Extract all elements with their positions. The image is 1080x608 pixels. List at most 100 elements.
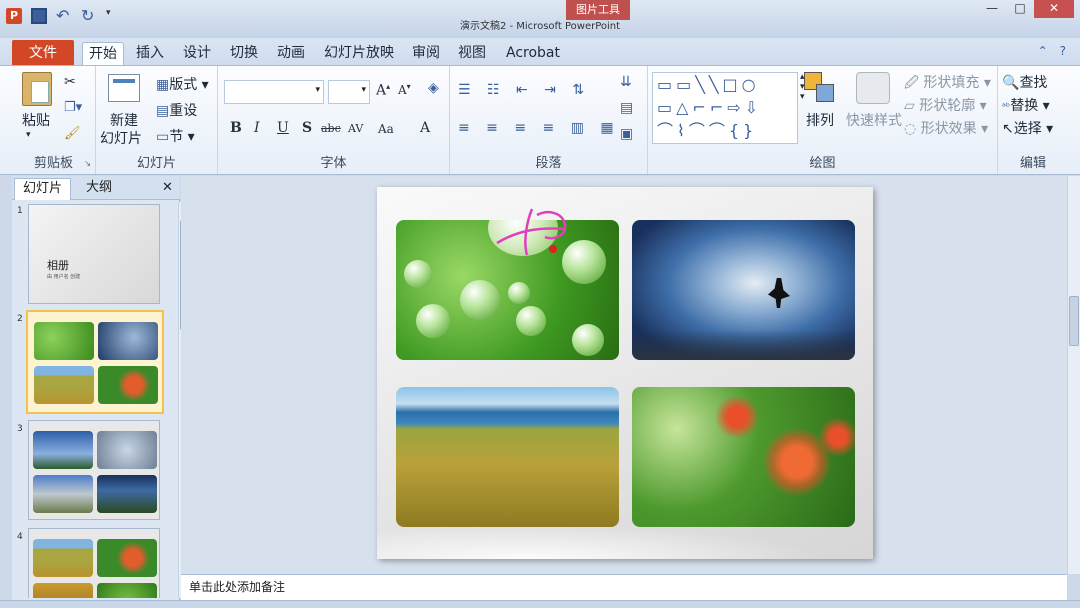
align-text-icon[interactable]: ▤ (620, 100, 633, 116)
arrange-button[interactable]: 排列 (806, 110, 834, 130)
current-slide[interactable] (377, 187, 873, 559)
paste-dropdown-icon[interactable]: ▾ (26, 130, 31, 140)
slide-number: 3 (17, 424, 23, 434)
font-name-dropdown-icon: ▾ (315, 85, 320, 95)
status-bar (0, 600, 1080, 608)
section-button[interactable]: ▭节 ▾ (156, 126, 195, 146)
font-group-label: 字体 (320, 156, 347, 171)
tab-slideshow[interactable]: 幻灯片放映 (318, 42, 400, 66)
clipboard-group-label: 剪贴板 (33, 156, 73, 171)
shape-effects-label: 形状效果 (920, 121, 977, 137)
font-color-button[interactable]: A (420, 120, 430, 136)
reset-button[interactable]: ▤重设 (156, 100, 197, 120)
copy-icon[interactable]: ❐▾ (64, 100, 82, 115)
picture-tools-context-tab[interactable]: 图片工具 (566, 0, 630, 20)
thumb-image (98, 366, 158, 404)
photo-red-flowers[interactable] (632, 387, 855, 527)
editor-scrollbar[interactable] (1067, 176, 1080, 574)
tab-acrobat[interactable]: Acrobat (500, 42, 566, 66)
editing-group-label: 编辑 (1019, 156, 1046, 171)
underline-button[interactable]: U (277, 120, 289, 136)
list-buttons[interactable]: ☰ ☷ ⇤ ⇥ ⇅ (458, 82, 590, 98)
slide-thumbnail-4[interactable] (28, 528, 160, 598)
reset-icon: ▤ (156, 103, 170, 119)
help-icon[interactable]: ? (1060, 44, 1066, 58)
font-size-select[interactable]: ▾ (328, 80, 370, 104)
format-painter-icon[interactable]: 🖌 (64, 126, 81, 141)
layout-icon: ▦ (156, 77, 170, 93)
minimize-button[interactable]: — (978, 0, 1006, 18)
new-slide-button-label2[interactable]: 幻灯片 (100, 128, 142, 148)
slide-number: 1 (17, 206, 23, 216)
minimize-ribbon-icon[interactable]: ⌃ (1038, 44, 1048, 58)
photo-surfer-wave[interactable] (632, 220, 855, 360)
select-label: 选择 (1013, 121, 1042, 137)
editor-scroll-thumb[interactable] (1069, 296, 1079, 346)
tab-home[interactable]: 开始 (82, 42, 124, 67)
font-name-select[interactable]: ▾ (224, 80, 324, 104)
clipboard-launcher-icon[interactable]: ↘ (84, 159, 91, 168)
tab-slides[interactable]: 幻灯片 (14, 178, 72, 200)
slide-number: 4 (17, 532, 23, 542)
clipboard-group: 粘贴 ▾ ✂ ❐▾ 🖌 剪贴板 ↘ (12, 66, 96, 174)
smartart-icon[interactable]: ▣ (620, 126, 633, 142)
close-button[interactable]: ✕ (1034, 0, 1074, 18)
char-spacing-button[interactable]: AV (348, 122, 363, 135)
new-slide-button[interactable]: 新建 (110, 110, 138, 130)
drawing-group-label: 绘图 (809, 156, 836, 171)
arrange-icon[interactable] (804, 72, 836, 104)
pane-tabs: 幻灯片 大纲 ✕ (12, 176, 180, 200)
change-case-button[interactable]: Aa (378, 122, 394, 136)
shape-outline-button[interactable]: ▱ 形状轮廓 ▾ (904, 95, 987, 115)
tab-transitions[interactable]: 切换 (224, 42, 264, 66)
layout-button[interactable]: ▦版式 ▾ (156, 74, 209, 94)
shrink-font-icon[interactable]: A▾ (398, 82, 411, 97)
paste-button[interactable]: 粘贴 (22, 110, 50, 130)
replace-icon: ᵃᵇ (1002, 102, 1011, 113)
thumb-image (33, 539, 93, 577)
quick-styles-button[interactable]: 快速样式 (846, 110, 902, 130)
quick-styles-icon[interactable] (856, 72, 890, 104)
new-slide-icon[interactable] (108, 74, 140, 102)
thumb-image (97, 475, 157, 513)
thumb-image (34, 366, 94, 404)
window-title: 演示文稿2 - Microsoft PowerPoint (459, 21, 621, 32)
thumb-image (34, 322, 94, 360)
grow-font-icon[interactable]: A▴ (376, 82, 390, 99)
shapes-gallery[interactable]: ▭▭╲╲□○ ▭△⌐⌐⇨⇩ ⌒⌇⌒⌒{} (652, 72, 798, 144)
paste-icon[interactable] (22, 72, 52, 106)
shadow-button[interactable]: S (302, 120, 312, 136)
cut-icon[interactable]: ✂ (64, 74, 76, 90)
pane-close-button[interactable]: ✕ (154, 178, 181, 200)
editing-group: 🔍查找 ᵃᵇ替换 ▾ ↖选择 ▾ 编辑 (998, 66, 1068, 174)
tab-review[interactable]: 审阅 (406, 42, 446, 66)
slide-thumbnail-1[interactable]: 相册 由 用户名 创建 (28, 204, 160, 304)
strikethrough-button[interactable]: abc (321, 122, 341, 135)
notes-pane[interactable]: 单击此处添加备注 (181, 574, 1067, 600)
ribbon-right-controls: ⌃ ? (1038, 44, 1066, 58)
find-button[interactable]: 🔍查找 (1002, 72, 1047, 92)
text-direction-icon[interactable]: ⇊ (620, 74, 632, 90)
italic-button[interactable]: I (254, 120, 260, 136)
clear-format-icon[interactable]: ◈ (428, 80, 439, 96)
alignment-buttons[interactable]: ≡ ≡ ≡ ≡ ▥ ▦ (458, 120, 620, 136)
tab-animations[interactable]: 动画 (271, 42, 311, 66)
tab-file[interactable]: 文件 (12, 40, 74, 66)
slide-thumbnail-3[interactable] (28, 420, 160, 520)
select-button[interactable]: ↖选择 ▾ (1002, 118, 1053, 138)
maximize-button[interactable]: □ (1006, 0, 1034, 18)
photo-grassland[interactable] (396, 387, 619, 527)
shape-fill-label: 形状填充 (923, 75, 980, 91)
thumb-image (98, 322, 158, 360)
tab-design[interactable]: 设计 (177, 42, 217, 66)
shape-effects-button[interactable]: ◌ 形状效果 ▾ (904, 118, 988, 138)
bold-button[interactable]: B (230, 120, 242, 136)
tab-insert[interactable]: 插入 (130, 42, 170, 66)
section-label: 节 (169, 129, 184, 145)
tab-outline[interactable]: 大纲 (78, 178, 120, 200)
replace-button[interactable]: ᵃᵇ替换 ▾ (1002, 95, 1050, 115)
tab-view[interactable]: 视图 (452, 42, 492, 66)
shape-fill-button[interactable]: 🖉 形状填充 ▾ (904, 72, 991, 96)
slide-thumbnail-2[interactable] (26, 310, 164, 414)
font-group: ▾ ▾ A▴ A▾ ◈ B I U S abc AV Aa A 字体 (218, 66, 450, 174)
